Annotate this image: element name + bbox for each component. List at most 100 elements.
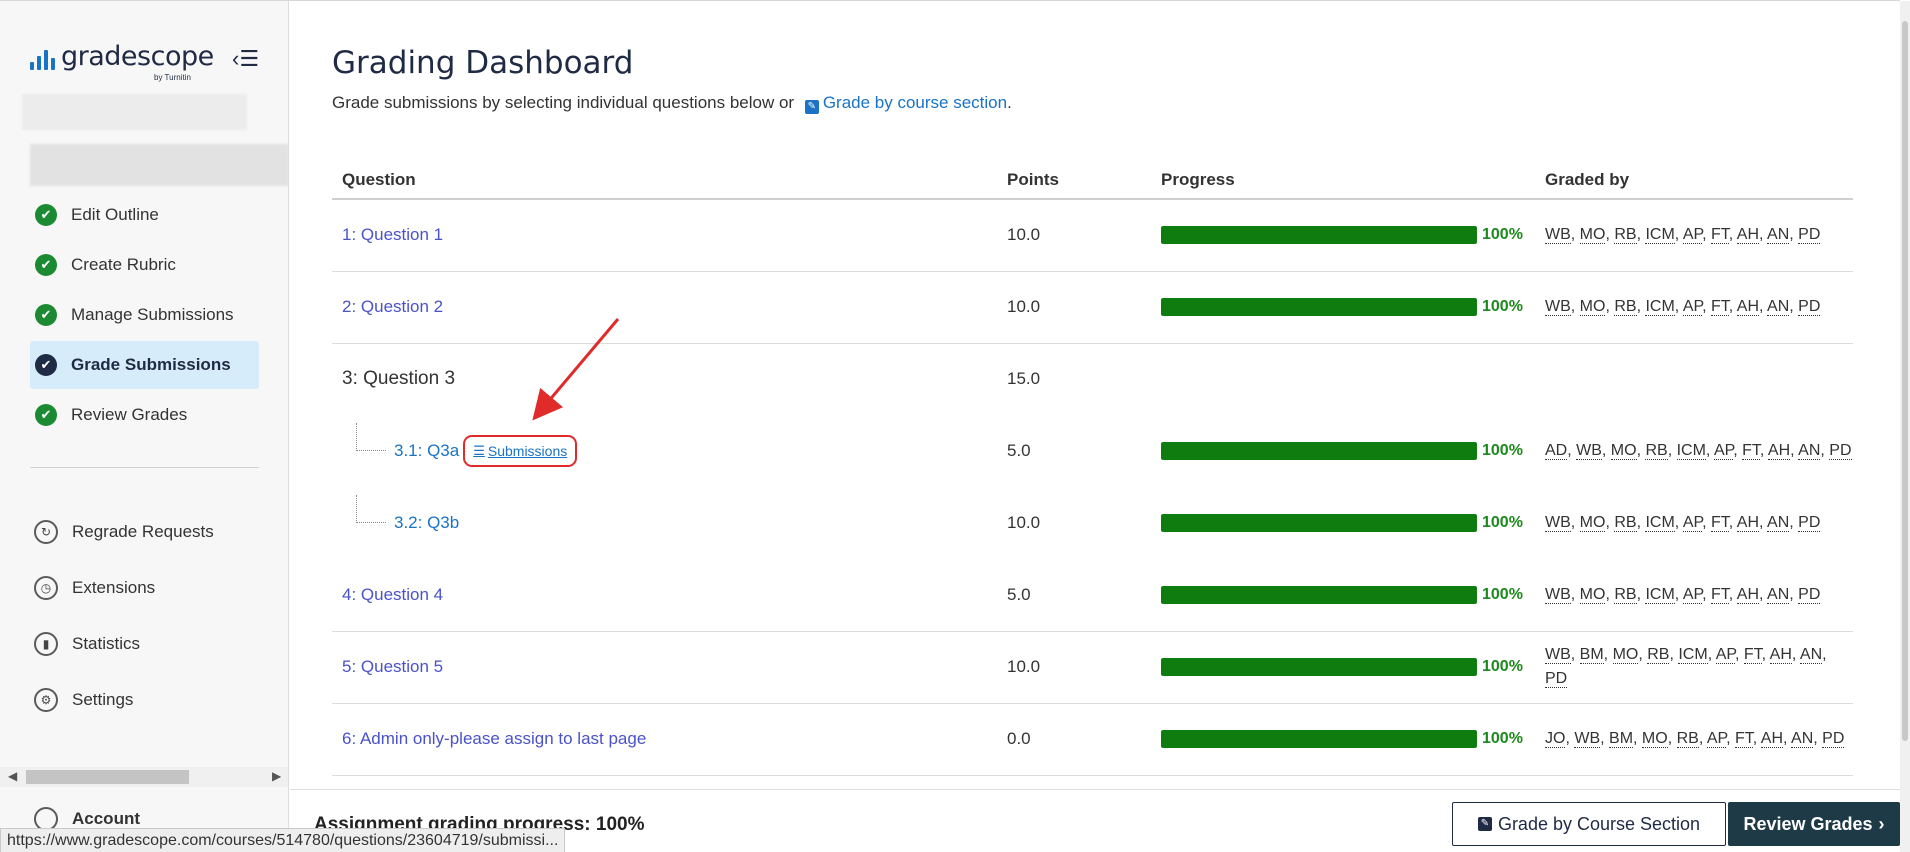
scroll-left-icon[interactable]: ◀ xyxy=(8,769,17,783)
progress-percent: 100% xyxy=(1482,226,1523,244)
grader-initials: AN xyxy=(1799,646,1823,664)
grader-initials: RB xyxy=(1614,298,1637,316)
grade-by-course-section-label: Grade by Course Section xyxy=(1497,813,1701,834)
collapse-menu-icon[interactable]: ‹☰ xyxy=(232,46,259,72)
question-cell: 4: Question 4 xyxy=(332,559,997,632)
grader-initials: AH xyxy=(1760,730,1784,748)
progress-bar xyxy=(1161,298,1477,316)
app-window: gradescope by Turnitin ‹☰ ✔ Edit Outline ✔… xyxy=(0,0,1910,852)
progress-percent: 100% xyxy=(1482,658,1523,675)
progress-fill xyxy=(1161,658,1477,676)
grader-initials: WB xyxy=(1576,442,1602,460)
grader-initials: ICM xyxy=(1676,442,1706,460)
sidebar-step-label: Edit Outline xyxy=(71,205,159,224)
question-link[interactable]: 1: Question 1 xyxy=(342,225,443,244)
subquestion: 3.1: Q3a ☰ Submissions xyxy=(342,415,997,487)
grader-initials: BM xyxy=(1609,730,1634,748)
question-link[interactable]: 6: Admin only-please assign to last page xyxy=(342,729,646,748)
progress-fill xyxy=(1161,514,1477,532)
points-cell: 15.0 xyxy=(1007,369,1041,389)
sidebar-step-grade-submissions[interactable]: ✔ Grade Submissions xyxy=(30,341,259,389)
grader-initials: MO xyxy=(1579,585,1606,604)
tree-connector xyxy=(356,495,386,523)
question-group-label: 3: Question 3 xyxy=(342,368,456,390)
subquestion-link[interactable]: 3.1: Q3a xyxy=(394,441,459,461)
sidebar-tool-extensions[interactable]: ◷ Extensions xyxy=(30,564,259,612)
submissions-link[interactable]: ☰ Submissions xyxy=(463,435,578,467)
progress-cell: 100% xyxy=(1151,415,1535,487)
grade-by-section-link[interactable]: ✎ Grade by course section xyxy=(799,93,1007,114)
vertical-scrollbar-thumb[interactable] xyxy=(1902,21,1908,741)
sidebar-step-edit-outline[interactable]: ✔ Edit Outline xyxy=(30,191,259,239)
grader-initials: RB xyxy=(1614,585,1637,604)
progress-percent: 100% xyxy=(1482,442,1523,459)
grader-initials: AP xyxy=(1706,730,1727,748)
grader-initials: MO xyxy=(1612,646,1639,664)
vertical-scrollbar[interactable] xyxy=(1900,1,1910,852)
table-row: 5: Question 5 10.0 100% WB, BM, MO, RB, ICM… xyxy=(332,631,1853,704)
sidebar: gradescope by Turnitin ‹☰ ✔ Edit Outline ✔… xyxy=(0,1,289,852)
edit-icon: ✎ xyxy=(1477,817,1492,831)
logo-text: gradescope xyxy=(61,41,214,72)
subquestion-link[interactable]: 3.2: Q3b xyxy=(394,513,459,533)
horizontal-scrollbar[interactable]: ◀ ▶ xyxy=(0,767,288,787)
grader-initials: ICM xyxy=(1678,646,1708,664)
progress-fill xyxy=(1161,298,1477,316)
grader-initials: FT xyxy=(1742,442,1760,460)
sidebar-step-manage-submissions[interactable]: ✔ Manage Submissions xyxy=(30,291,259,339)
grader-initials: AN xyxy=(1791,730,1814,748)
check-circle-icon: ✔ xyxy=(35,254,57,276)
sidebar-step-label: Manage Submissions xyxy=(71,305,234,324)
table-header: Question Points Progress Graded by xyxy=(332,161,1853,200)
intro-body: Grade submissions by selecting individua… xyxy=(332,93,799,112)
grader-initials: RB xyxy=(1614,226,1637,245)
gradescope-logo[interactable]: gradescope by Turnitin xyxy=(30,41,214,82)
column-header-question: Question xyxy=(332,161,997,200)
progress-cell: 100% xyxy=(1151,487,1535,559)
graders-list: WB, BM, MO, RB, ICM, AP, FT, AH, AN, PD xyxy=(1545,646,1827,688)
graded-by-cell: WB, BM, MO, RB, ICM, AP, FT, AH, AN, PD xyxy=(1535,631,1853,704)
progress: 100% xyxy=(1161,585,1535,604)
progress-fill xyxy=(1161,226,1477,245)
review-grades-button[interactable]: Review Grades › xyxy=(1728,802,1900,846)
questions-table: Question Points Progress Graded by 1: Qu… xyxy=(332,161,1853,776)
scrollbar-thumb[interactable] xyxy=(26,770,189,784)
logo-subtitle: by Turnitin xyxy=(154,73,191,82)
scroll-right-icon[interactable]: ▶ xyxy=(272,769,281,783)
progress-fill xyxy=(1161,730,1477,748)
points-cell: 10.0 xyxy=(997,199,1151,272)
grade-by-course-section-button[interactable]: ✎ Grade by Course Section xyxy=(1452,802,1726,846)
graders-list: WB, MO, RB, ICM, AP, FT, AH, AN, PD xyxy=(1545,226,1821,245)
column-header-progress: Progress xyxy=(1151,161,1535,200)
sidebar-tool-statistics[interactable]: ▮ Statistics xyxy=(30,620,259,668)
grader-initials: AN xyxy=(1767,226,1790,245)
grader-initials: PD xyxy=(1798,585,1821,604)
grader-initials: MO xyxy=(1579,298,1606,316)
grader-initials: PD xyxy=(1798,226,1821,245)
question-link[interactable]: 2: Question 2 xyxy=(342,297,443,316)
sidebar-tool-settings[interactable]: ⚙ Settings xyxy=(30,676,259,724)
grader-initials: FT xyxy=(1710,514,1729,532)
grader-initials: AH xyxy=(1736,298,1760,316)
intro-text: Grade submissions by selecting individua… xyxy=(332,93,1012,114)
sidebar-step-create-rubric[interactable]: ✔ Create Rubric xyxy=(30,241,259,289)
progress-bar xyxy=(1161,585,1477,604)
sidebar-step-review-grades[interactable]: ✔ Review Grades xyxy=(30,391,259,439)
grader-initials: AP xyxy=(1682,226,1703,245)
question-link[interactable]: 4: Question 4 xyxy=(342,585,443,604)
question-link[interactable]: 5: Question 5 xyxy=(342,657,443,676)
grader-initials: AN xyxy=(1798,442,1821,460)
grader-initials: WB xyxy=(1545,298,1571,316)
sidebar-tool-label: Regrade Requests xyxy=(72,522,214,541)
sidebar-tool-regrade-requests[interactable]: ↻ Regrade Requests xyxy=(30,508,259,556)
graders-list: WB, MO, RB, ICM, AP, FT, AH, AN, PD xyxy=(1545,585,1821,604)
points-cell: 10.0 xyxy=(1007,513,1041,532)
points-cell: 5.0 xyxy=(997,559,1151,632)
graded-by-cell: JO, WB, BM, MO, RB, AP, FT, AH, AN, PD xyxy=(1535,703,1853,776)
grader-initials: BM xyxy=(1579,646,1604,664)
progress: 100% xyxy=(1161,442,1535,460)
clock-icon: ◷ xyxy=(34,576,58,600)
table-row: 6: Admin only-please assign to last page… xyxy=(332,703,1853,776)
grader-initials: FT xyxy=(1710,585,1729,604)
progress-bar xyxy=(1161,730,1477,748)
